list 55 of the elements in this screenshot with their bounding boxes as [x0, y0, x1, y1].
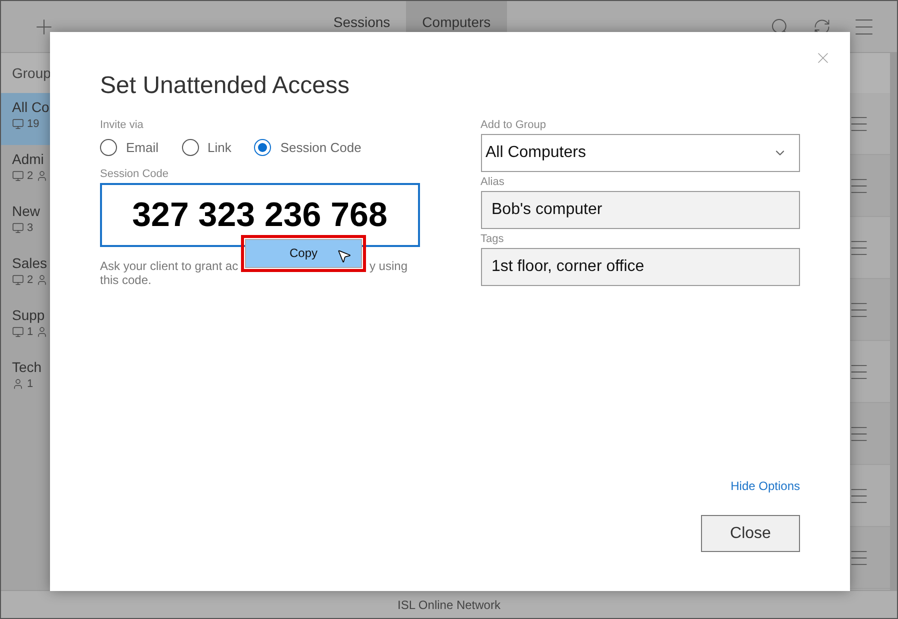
field-label: Tags — [480, 233, 505, 245]
group-name: Sales — [12, 255, 48, 271]
group-name: All Co — [12, 99, 50, 115]
status-bar: ISL Online Network — [1, 590, 897, 618]
group-name: New — [12, 203, 42, 219]
hint-text: y using — [369, 259, 408, 273]
sidebar-item[interactable]: Sales 2 — [1, 249, 50, 301]
sidebar-item[interactable]: Tech 1 — [1, 353, 50, 405]
user-icon — [36, 274, 48, 286]
radio-label: Link — [208, 140, 232, 155]
count: 2 — [27, 274, 34, 286]
count: 19 — [27, 118, 40, 130]
monitor-icon — [12, 326, 24, 338]
sidebar-header: Group — [1, 53, 50, 93]
radio-option[interactable]: Session Code — [254, 139, 362, 156]
group-name: Admi — [12, 151, 45, 167]
scrollbar[interactable] — [890, 53, 897, 590]
field-label: Session Code — [100, 168, 170, 180]
radio-label: Email — [126, 140, 159, 155]
hint-text: this code. — [100, 273, 152, 287]
field-label: Invite via — [100, 119, 144, 131]
field-label: Alias — [480, 176, 506, 188]
monitor-icon — [12, 170, 24, 182]
count: 3 — [27, 222, 34, 234]
radio-icon[interactable] — [254, 139, 272, 156]
copy-button[interactable]: Copy — [245, 239, 362, 268]
group-name: Supp — [12, 307, 46, 323]
monitor-icon — [12, 222, 24, 234]
radio-label: Session Code — [280, 140, 362, 155]
close-button[interactable]: Close — [701, 515, 800, 552]
group-select[interactable]: All Computers — [480, 134, 800, 172]
hint-text: Ask your client to grant ac — [100, 259, 238, 273]
count: 1 — [27, 326, 34, 338]
count: 1 — [27, 378, 34, 390]
sidebar-item[interactable]: Supp 1 — [1, 301, 50, 353]
group-name: Tech — [12, 359, 43, 375]
field-label: Add to Group — [480, 119, 547, 131]
sidebar-item[interactable]: New 3 — [1, 197, 50, 249]
count: 2 — [27, 170, 34, 182]
tags-field[interactable]: 1st floor, corner office — [480, 248, 800, 286]
radio-icon[interactable] — [182, 139, 199, 156]
monitor-icon — [12, 274, 24, 286]
dialog-title: Set Unattended Access — [100, 72, 350, 100]
sidebar-item[interactable]: All Co 19 — [1, 93, 50, 145]
user-icon — [36, 170, 48, 182]
user-icon — [36, 326, 48, 338]
radio-icon[interactable] — [100, 139, 117, 156]
monitor-icon — [12, 118, 24, 130]
alias-field[interactable]: Bob's computer — [480, 191, 800, 229]
cursor-icon — [336, 248, 352, 264]
hide-options-link[interactable]: Hide Options — [730, 479, 800, 493]
radio-option[interactable]: Email — [100, 139, 159, 156]
radio-option[interactable]: Link — [182, 139, 232, 156]
user-icon — [12, 378, 24, 390]
sidebar-item[interactable]: Admi 2 — [1, 145, 50, 197]
